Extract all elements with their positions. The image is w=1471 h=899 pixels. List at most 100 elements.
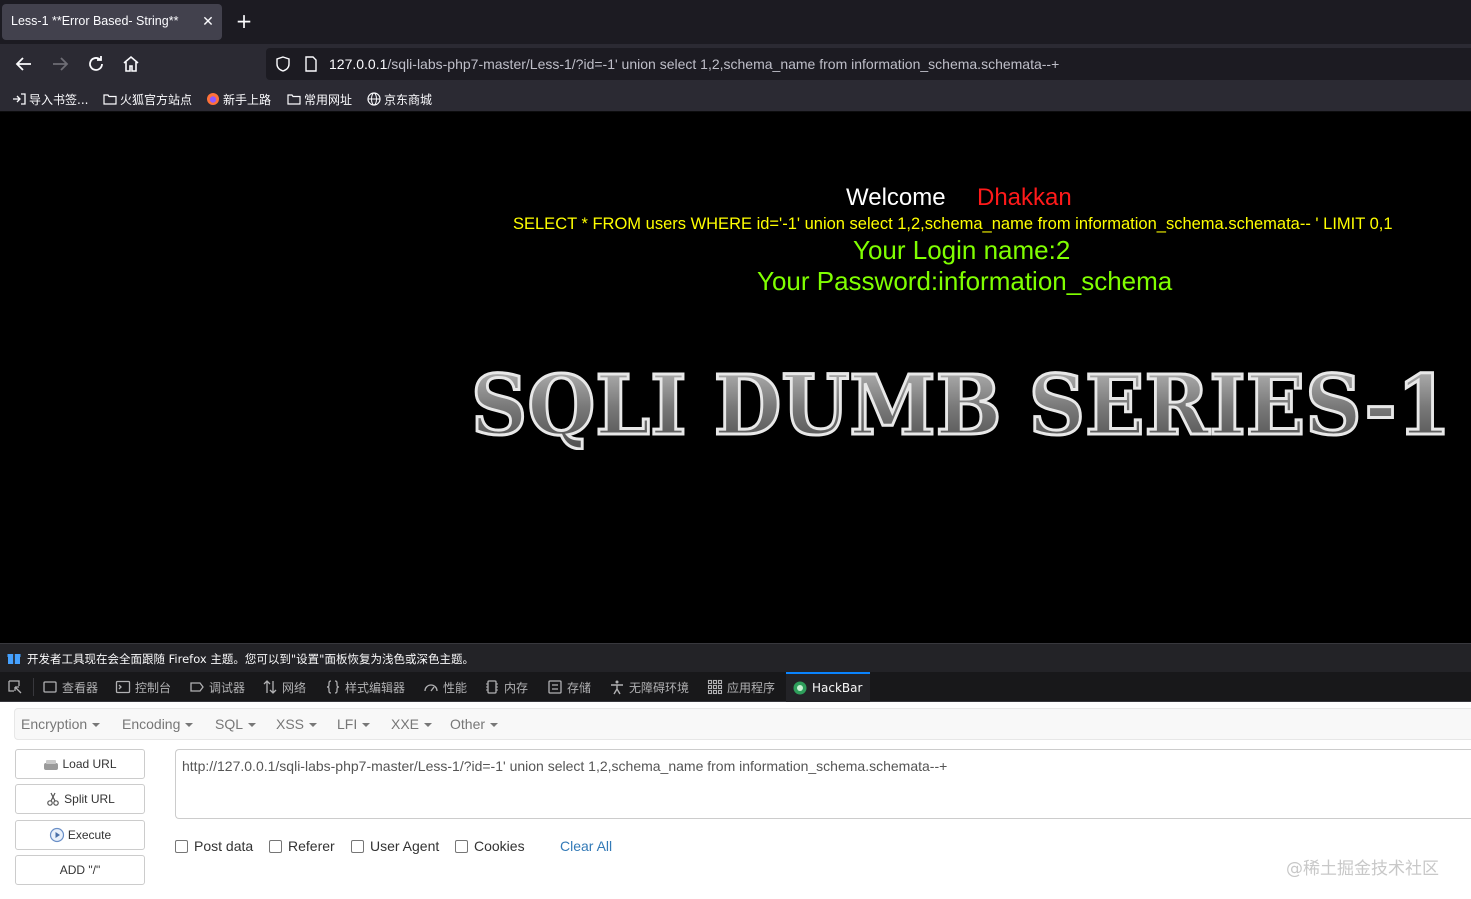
button-label: Split URL: [64, 792, 115, 806]
tab-label: 查看器: [62, 680, 99, 695]
hackbar-url-value: http://127.0.0.1/sqli-labs-php7-master/L…: [182, 758, 948, 774]
referer-checkbox[interactable]: Referer: [269, 838, 335, 854]
scissors-icon: [47, 792, 59, 806]
caret-down-icon: [362, 723, 371, 728]
clear-all-link[interactable]: Clear All: [560, 838, 612, 854]
bookmark-common-sites[interactable]: 常用网址: [287, 90, 352, 108]
url-host: 127.0.0.1: [329, 56, 388, 72]
tab-label: 性能: [443, 680, 468, 695]
play-icon: [49, 827, 64, 843]
home-icon[interactable]: [119, 52, 143, 76]
bookmark-label: 京东商城: [384, 92, 433, 107]
menu-label: Encryption: [21, 716, 88, 732]
menu-other[interactable]: Other: [450, 716, 499, 732]
tab-label: 调试器: [209, 680, 246, 695]
tab-performance[interactable]: 性能: [423, 672, 467, 702]
element-picker-icon[interactable]: [7, 672, 23, 702]
memory-icon: [486, 680, 498, 694]
tab-label: 网络: [282, 680, 307, 695]
bookmark-import[interactable]: 导入书签...: [12, 90, 88, 108]
tab-label: 存储: [567, 680, 592, 695]
devtools-notification: 开发者工具现在会全面跟随 Firefox 主题。您可以到"设置"面板恢复为浅色或…: [0, 643, 1471, 672]
load-url-icon: [44, 760, 59, 770]
inspector-icon: [43, 681, 57, 693]
menu-sql[interactable]: SQL: [215, 716, 257, 732]
bookmark-firefox-site[interactable]: 火狐官方站点: [103, 90, 192, 108]
storage-icon: [548, 680, 562, 694]
checkbox-box[interactable]: [455, 839, 468, 853]
tab-label: 无障碍环境: [629, 680, 690, 695]
devtools-toolbar: 查看器 控制台 调试器 网络 样式编辑器 性能 内存 存储 无障碍环境 应用程序…: [0, 672, 1471, 702]
tab-hackbar[interactable]: HackBar: [786, 672, 870, 702]
menu-label: XSS: [276, 716, 305, 732]
tracking-shield-icon[interactable]: [274, 55, 292, 73]
checkbox-box[interactable]: [351, 839, 364, 853]
back-icon[interactable]: [12, 52, 36, 76]
user-agent-checkbox[interactable]: User Agent: [351, 838, 439, 854]
reload-icon[interactable]: [84, 52, 108, 76]
menu-encoding[interactable]: Encoding: [122, 716, 194, 732]
new-tab-button[interactable]: +: [232, 10, 256, 34]
post-data-checkbox[interactable]: Post data: [175, 838, 253, 854]
bookmark-jd[interactable]: 京东商城: [367, 90, 432, 108]
page-content: Welcome Dhakkan SELECT * FROM users WHER…: [0, 112, 1471, 643]
add-slash-button[interactable]: ADD "/": [15, 855, 145, 885]
tab-network[interactable]: 网络: [262, 672, 306, 702]
button-label: Load URL: [62, 757, 117, 771]
tab-active[interactable]: Less-1 **Error Based- String** ✕: [2, 4, 222, 40]
tab-memory[interactable]: 内存: [484, 672, 528, 702]
tab-application[interactable]: 应用程序: [707, 672, 775, 702]
split-url-button[interactable]: Split URL: [15, 784, 145, 814]
checkbox-box[interactable]: [269, 839, 282, 853]
cookies-checkbox[interactable]: Cookies: [455, 838, 525, 854]
folder-icon: [287, 94, 301, 105]
load-url-button[interactable]: Load URL: [15, 749, 145, 779]
menu-label: XXE: [391, 716, 420, 732]
bookmark-label: 新手上路: [223, 92, 272, 107]
checkbox-label: Referer: [288, 838, 335, 854]
sqli-dumb-series-banner: SQLI DUMB SERIES-1: [470, 357, 1453, 451]
firefox-icon: [207, 93, 219, 105]
grid-icon: [707, 679, 723, 695]
execute-button[interactable]: Execute: [15, 820, 145, 850]
import-icon: [13, 93, 26, 105]
bookmark-label: 常用网址: [304, 92, 353, 107]
checkbox-label: Post data: [194, 838, 254, 854]
user-name-text: Dhakkan: [977, 184, 1072, 211]
menu-label: LFI: [337, 716, 358, 732]
caret-down-icon: [490, 723, 499, 728]
menu-encryption[interactable]: Encryption: [21, 716, 101, 732]
menu-xxe[interactable]: XXE: [391, 716, 433, 732]
tab-storage[interactable]: 存储: [547, 672, 591, 702]
url-text[interactable]: 127.0.0.1/sqli-labs-php7-master/Less-1/?…: [329, 56, 1059, 72]
bookmark-getting-started[interactable]: 新手上路: [206, 90, 271, 108]
menu-label: Encoding: [122, 716, 181, 732]
button-label: Execute: [67, 828, 112, 842]
welcome-text: Welcome: [846, 184, 946, 211]
hackbar-panel: Encryption Encoding SQL XSS LFI XXE Othe…: [0, 702, 1471, 899]
caret-down-icon: [185, 723, 194, 728]
tab-console[interactable]: 控制台: [115, 672, 171, 702]
password-text: Your Password:information_schema: [757, 266, 1173, 296]
tab-close-icon[interactable]: ✕: [198, 12, 218, 32]
tab-style-editor[interactable]: 样式编辑器: [325, 672, 405, 702]
accessibility-icon: [611, 680, 623, 695]
checkbox-box[interactable]: [175, 839, 188, 853]
menu-xss[interactable]: XSS: [276, 716, 318, 732]
address-bar[interactable]: 127.0.0.1/sqli-labs-php7-master/Less-1/?…: [266, 48, 1471, 80]
tab-label: HackBar: [812, 681, 863, 695]
tab-strip: Less-1 **Error Based- String** ✕ +: [0, 0, 1471, 44]
forward-icon[interactable]: [48, 52, 72, 76]
hackbar-url-textarea[interactable]: http://127.0.0.1/sqli-labs-php7-master/L…: [175, 749, 1471, 819]
menu-label: SQL: [215, 716, 244, 732]
page-info-icon[interactable]: [302, 55, 320, 73]
gauge-icon: [424, 684, 438, 692]
banner-text: SQLI DUMB SERIES-1: [471, 358, 1451, 450]
watermark: @稀土掘金技术社区: [1286, 859, 1439, 879]
menu-lfi[interactable]: LFI: [337, 716, 371, 732]
caret-down-icon: [309, 723, 318, 728]
tab-inspector[interactable]: 查看器: [42, 672, 98, 702]
tab-accessibility[interactable]: 无障碍环境: [609, 672, 689, 702]
tab-title: Less-1 **Error Based- String**: [11, 14, 179, 28]
tab-debugger[interactable]: 调试器: [189, 672, 245, 702]
